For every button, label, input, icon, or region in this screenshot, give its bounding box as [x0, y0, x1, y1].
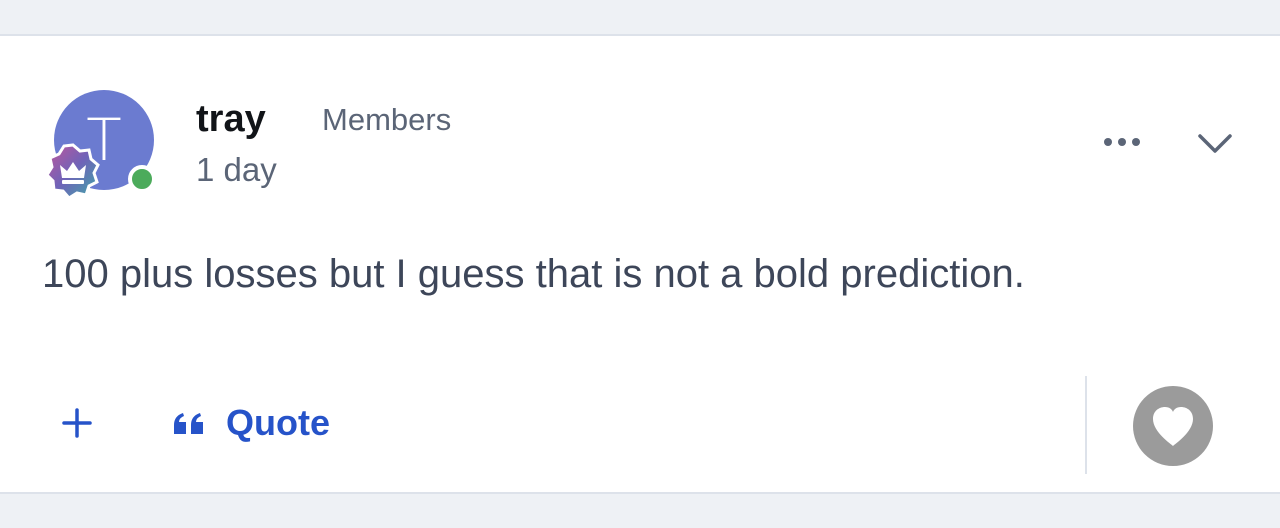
post-content: 100 plus losses but I guess that is not … [42, 252, 1025, 296]
like-button[interactable] [1133, 386, 1213, 466]
add-reaction-button[interactable] [56, 402, 98, 444]
post-card: T tray Members 1 day 100 plus losses but… [0, 34, 1280, 494]
plus-icon [62, 408, 92, 438]
heart-icon [1153, 407, 1193, 446]
action-divider [1085, 376, 1087, 474]
ellipsis-icon [1104, 138, 1140, 146]
author-group: Members [322, 102, 452, 137]
quote-button[interactable]: Quote [172, 400, 330, 446]
quote-icon [174, 413, 203, 434]
crown-badge-icon [44, 142, 102, 200]
more-options-button[interactable] [1098, 124, 1148, 160]
author-username[interactable]: tray [196, 96, 266, 142]
quote-label: Quote [226, 402, 330, 443]
post-timestamp[interactable]: 1 day [196, 148, 277, 192]
expand-button[interactable] [1192, 126, 1238, 162]
chevron-down-icon [1198, 134, 1232, 153]
online-status-indicator [128, 165, 156, 193]
